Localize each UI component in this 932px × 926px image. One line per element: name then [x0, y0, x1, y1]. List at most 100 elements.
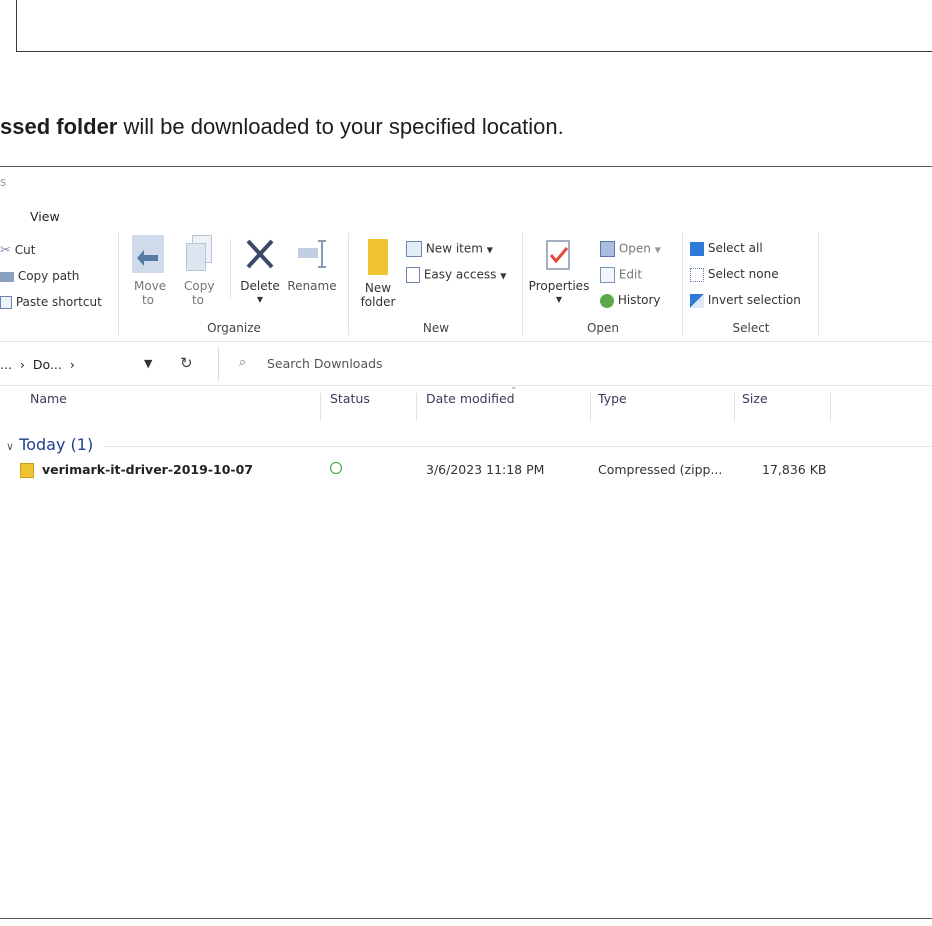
select-all-icon: [690, 241, 704, 256]
instruction-rest: will be downloaded to your specified loc…: [117, 114, 564, 139]
column-header-date-modified[interactable]: ⌄ Date modified: [426, 382, 518, 423]
group-header-today[interactable]: ∨ Today (1): [6, 435, 93, 454]
chevron-down-icon: ∨: [6, 440, 15, 453]
new-folder-button[interactable]: New folder: [356, 239, 400, 309]
cut-command[interactable]: ✂ Cut: [0, 243, 35, 258]
easy-access-command[interactable]: Easy access ▼: [406, 267, 506, 283]
organize-group-label: Organize: [207, 321, 261, 335]
rename-label: Rename: [287, 279, 337, 293]
column-header-size[interactable]: Size: [742, 391, 768, 423]
group-divider: [104, 446, 932, 447]
column-separator: [590, 393, 591, 421]
column-header-name[interactable]: Name: [30, 391, 67, 423]
select-all-label: Select all: [707, 241, 763, 255]
edit-icon: [600, 267, 615, 283]
column-header-status[interactable]: Status: [330, 391, 370, 423]
delete-x-icon: [244, 235, 276, 273]
instruction-text: ssed folder will be downloaded to your s…: [0, 114, 564, 140]
copy-to-icon: [182, 235, 214, 273]
table-row[interactable]: verimark-it-driver-2019-10-07 3/6/2023 1…: [0, 457, 932, 479]
select-all-command[interactable]: Select all: [690, 241, 763, 256]
copy-path-command[interactable]: Copy path: [0, 269, 79, 283]
copy-path-label: Copy path: [17, 269, 80, 283]
rename-icon: [296, 235, 328, 273]
file-size: 17,836 KB: [762, 462, 827, 477]
ribbon-separator: [118, 233, 119, 335]
sort-chevron-icon: ⌄: [510, 382, 518, 392]
ribbon-separator: [230, 239, 231, 299]
select-none-label: Select none: [707, 267, 779, 281]
move-to-button[interactable]: Move to: [128, 235, 168, 307]
file-name[interactable]: verimark-it-driver-2019-10-07: [42, 462, 253, 477]
search-box[interactable]: ⌕ Search Downloads: [218, 347, 932, 381]
search-icon: ⌕: [239, 355, 247, 370]
column-separator: [416, 393, 417, 421]
tab-view[interactable]: View: [30, 209, 60, 224]
delete-button[interactable]: Delete ▼: [236, 235, 284, 307]
breadcrumb-separator: ›: [69, 357, 75, 372]
column-separator: [830, 393, 831, 421]
easy-access-icon: [406, 267, 420, 283]
column-type-label: Type: [598, 391, 627, 406]
history-label: History: [617, 293, 661, 307]
ribbon-separator: [348, 233, 349, 335]
address-row: ... › Do... › ▼ ↻ ⌕ Search Downloads: [0, 347, 932, 386]
new-item-icon: [406, 241, 422, 257]
column-header-type[interactable]: Type: [598, 391, 627, 423]
move-to-icon: [132, 235, 164, 273]
ribbon-separator: [818, 233, 819, 335]
column-name-label: Name: [30, 391, 67, 406]
paste-shortcut-icon: [0, 296, 12, 309]
new-item-label: New item: [425, 241, 483, 256]
breadcrumb-separator: ›: [19, 357, 25, 372]
ribbon-separator: [522, 233, 523, 335]
column-date-label: Date modified: [426, 391, 515, 406]
column-status-label: Status: [330, 391, 370, 406]
edit-command[interactable]: Edit: [600, 267, 642, 283]
delete-label: Delete: [240, 279, 280, 293]
file-date-modified: 3/6/2023 11:18 PM: [426, 462, 545, 477]
folder-icon: [368, 239, 388, 275]
invert-selection-icon: [690, 293, 704, 308]
copy-path-icon: [0, 271, 14, 282]
rename-button[interactable]: Rename: [286, 235, 338, 293]
breadcrumb[interactable]: ... › Do... ›: [0, 357, 79, 372]
zip-folder-icon: [20, 463, 34, 478]
move-to-label: Move to: [134, 279, 167, 307]
select-group-label: Select: [732, 321, 770, 335]
search-input[interactable]: Search Downloads: [267, 356, 383, 371]
open-icon: [600, 241, 615, 257]
open-group-label: Open: [586, 321, 620, 335]
top-content-box: [16, 0, 932, 52]
sync-status-ok-icon: [330, 462, 342, 474]
new-folder-label: New folder: [360, 281, 396, 309]
chevron-down-icon: ▼: [256, 295, 264, 304]
ribbon: ✂ Cut Copy path Paste shortcut Move to C…: [0, 229, 932, 342]
cut-label: Cut: [14, 243, 36, 257]
refresh-icon[interactable]: ↻: [180, 354, 193, 372]
chevron-down-icon: ▼: [654, 245, 661, 255]
history-command[interactable]: History: [600, 293, 661, 308]
column-separator: [320, 393, 321, 421]
properties-button[interactable]: Properties ▼: [526, 239, 592, 307]
breadcrumb-downloads[interactable]: Do...: [33, 357, 62, 372]
chevron-down-icon: ▼: [500, 271, 507, 281]
invert-selection-command[interactable]: Invert selection: [690, 293, 801, 308]
copy-to-button[interactable]: Copy to: [178, 235, 218, 307]
open-command[interactable]: Open ▼: [600, 241, 661, 257]
chevron-down-icon: ▼: [555, 295, 563, 304]
column-separator: [734, 393, 735, 421]
easy-access-label: Easy access: [423, 267, 497, 282]
instruction-bold: ssed folder: [0, 114, 118, 139]
new-item-command[interactable]: New item ▼: [406, 241, 493, 257]
open-label: Open: [618, 241, 651, 256]
select-none-icon: [690, 267, 704, 282]
edit-label: Edit: [618, 267, 643, 282]
history-icon: [600, 293, 614, 308]
file-explorer-window: s View ✂ Cut Copy path Paste shortcut Mo…: [0, 166, 932, 919]
paste-shortcut-command[interactable]: Paste shortcut: [0, 295, 102, 309]
chevron-down-icon: ▼: [486, 245, 493, 255]
chevron-down-icon[interactable]: ▼: [144, 357, 152, 370]
scissors-icon: ✂: [0, 243, 11, 258]
select-none-command[interactable]: Select none: [690, 267, 779, 282]
